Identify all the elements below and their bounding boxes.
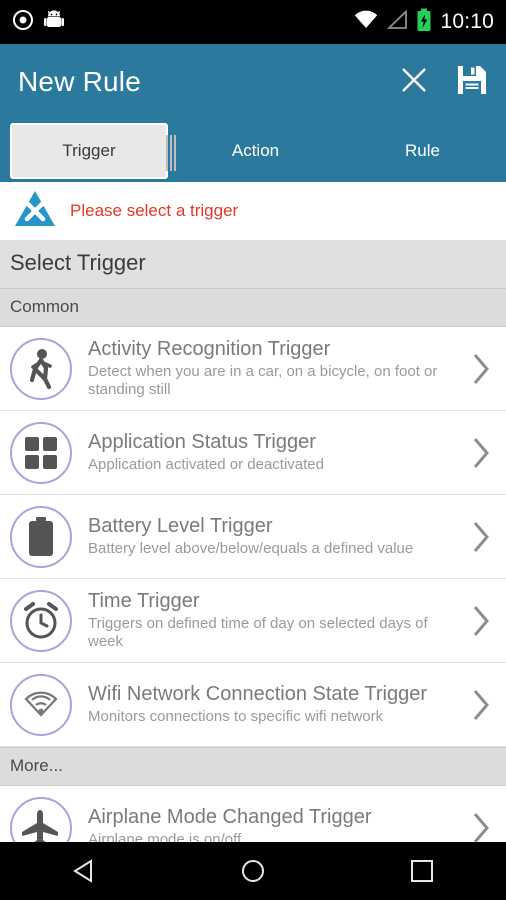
list-item-title: Application Status Trigger <box>88 430 316 453</box>
battery-icon <box>10 505 72 568</box>
close-icon[interactable] <box>398 64 430 101</box>
chevron-right-icon[interactable] <box>464 811 498 842</box>
list-item-text: Wifi Network Connection State Trigger Mo… <box>88 683 464 727</box>
airplane-icon <box>10 796 72 842</box>
list-item-title: Activity Recognition Trigger <box>88 337 331 360</box>
list-item-title: Airplane Mode Changed Trigger <box>88 805 372 828</box>
page-title: New Rule <box>18 66 141 97</box>
list-item-subtitle: Battery level above/below/equals a defin… <box>88 540 414 558</box>
list-item-subtitle: Triggers on defined time of day on selec… <box>88 614 428 651</box>
battery-charging-icon <box>416 8 432 37</box>
status-clock: 10:10 <box>440 10 494 33</box>
chevron-right-icon[interactable] <box>464 436 498 470</box>
apps-grid-icon <box>10 421 72 484</box>
alarm-clock-icon <box>10 589 72 652</box>
group-header-more: More... <box>0 747 506 786</box>
android-icon <box>44 9 64 36</box>
list-item-text: Activity Recognition Trigger Detect when… <box>88 338 464 400</box>
tab-bar: Trigger Action Rule <box>0 120 506 182</box>
list-item-subtitle: Application activated or deactivated <box>88 456 324 474</box>
navigation-bar <box>0 842 506 900</box>
status-bar: 10:10 <box>0 0 506 44</box>
list-item-subtitle: Detect when you are in a car, on a bicyc… <box>88 362 438 399</box>
list-item-text: Time Trigger Triggers on defined time of… <box>88 590 464 652</box>
nav-recents-button[interactable] <box>387 842 457 900</box>
list-item-title: Battery Level Trigger <box>88 514 273 537</box>
list-item[interactable]: Wifi Network Connection State Trigger Mo… <box>0 663 506 747</box>
list-item-text: Airplane Mode Changed Trigger Airplane m… <box>88 806 464 842</box>
warning-text: Please select a trigger <box>70 201 239 220</box>
status-bar-right-icons: 10:10 <box>354 8 494 37</box>
list-item[interactable]: Activity Recognition Trigger Detect when… <box>0 327 506 411</box>
chevron-right-icon[interactable] <box>464 604 498 638</box>
app-bar-actions <box>398 64 488 101</box>
signal-icon <box>386 8 408 35</box>
list-item-subtitle: Airplane mode is on/off <box>88 831 242 842</box>
list-item[interactable]: Application Status Trigger Application a… <box>0 411 506 495</box>
nav-home-button[interactable] <box>218 842 288 900</box>
app-screen: 10:10 New Rule Trigger Action Rule Pleas… <box>0 0 506 900</box>
warning-banner: Please select a trigger <box>0 182 506 240</box>
warning-triangle-icon <box>14 189 56 234</box>
section-title: Select Trigger <box>0 240 506 288</box>
tab-trigger[interactable]: Trigger <box>10 123 176 179</box>
list-item[interactable]: Time Trigger Triggers on defined time of… <box>0 579 506 663</box>
app-bar: New Rule <box>0 44 506 120</box>
list-item-title: Wifi Network Connection State Trigger <box>88 682 428 705</box>
group-header-common: Common <box>0 288 506 327</box>
chevron-right-icon[interactable] <box>464 520 498 554</box>
trigger-list[interactable]: Activity Recognition Trigger Detect when… <box>0 327 506 842</box>
nav-back-button[interactable] <box>49 842 119 900</box>
list-item-subtitle: Monitors connections to specific wifi ne… <box>88 708 384 726</box>
record-icon <box>12 9 34 36</box>
wifi-icon <box>354 10 378 35</box>
wifi-signal-icon <box>10 673 72 736</box>
tab-rule[interactable]: Rule <box>339 120 506 182</box>
list-item-text: Battery Level Trigger Battery level abov… <box>88 515 464 559</box>
list-item[interactable]: Airplane Mode Changed Trigger Airplane m… <box>0 786 506 842</box>
walking-person-icon <box>10 337 72 400</box>
list-item-title: Time Trigger <box>88 589 200 612</box>
list-item-text: Application Status Trigger Application a… <box>88 431 464 475</box>
status-bar-left-icons <box>12 9 64 36</box>
chevron-right-icon[interactable] <box>464 352 498 386</box>
tab-action[interactable]: Action <box>172 120 339 182</box>
chevron-right-icon[interactable] <box>464 688 498 722</box>
save-icon[interactable] <box>456 64 488 101</box>
list-item[interactable]: Battery Level Trigger Battery level abov… <box>0 495 506 579</box>
